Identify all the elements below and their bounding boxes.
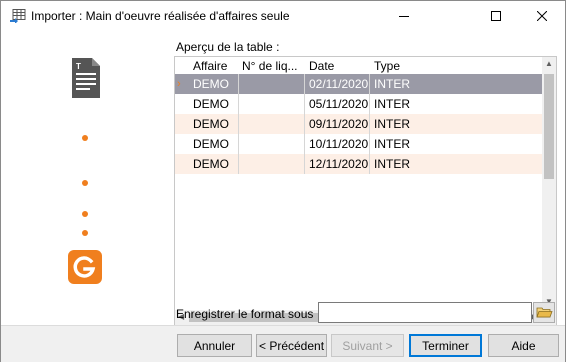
wizard-button-bar: Annuler < Précédent Suivant > Terminer A… [1, 325, 565, 362]
folder-icon [536, 307, 553, 318]
cell-affaire[interactable]: DEMO [189, 74, 239, 94]
cell-liquidation[interactable] [239, 114, 305, 134]
minimize-button[interactable] [381, 1, 427, 31]
cell-type[interactable]: INTER [370, 154, 542, 174]
cell-liquidation[interactable] [239, 134, 305, 154]
table-row[interactable]: › DEMO 02/11/2020 INTER [175, 74, 542, 94]
maximize-button[interactable] [473, 1, 519, 31]
save-format-input[interactable] [318, 302, 532, 323]
vertical-scroll-thumb[interactable] [544, 74, 554, 179]
table-row[interactable]: DEMO 05/11/2020 INTER [175, 94, 542, 114]
step-dot [82, 230, 88, 236]
cell-date[interactable]: 12/11/2020 [305, 154, 370, 174]
cell-type[interactable]: INTER [370, 114, 542, 134]
wizard-steps-panel: T [1, 31, 169, 325]
step-dot [82, 180, 88, 186]
table-row[interactable]: DEMO 10/11/2020 INTER [175, 134, 542, 154]
import-wizard-window: Importer : Main d'oeuvre réalisée d'affa… [0, 0, 566, 362]
column-header[interactable]: Type [374, 59, 400, 73]
cell-affaire[interactable]: DEMO [189, 134, 239, 154]
cell-affaire[interactable]: DEMO [189, 154, 239, 174]
close-icon [537, 11, 547, 21]
next-button[interactable]: Suivant > [331, 334, 404, 357]
vertical-scrollbar[interactable]: ▲ ▼ [542, 57, 556, 310]
cell-type[interactable]: INTER [370, 134, 542, 154]
cancel-button[interactable]: Annuler [177, 334, 252, 357]
cell-date[interactable]: 09/11/2020 [305, 114, 370, 134]
finish-button[interactable]: Terminer [409, 334, 482, 357]
cell-liquidation[interactable] [239, 154, 305, 174]
cell-type[interactable]: INTER [370, 94, 542, 114]
title-bar: Importer : Main d'oeuvre réalisée d'affa… [1, 1, 565, 31]
save-format-label: Enregistrer le format sous [176, 307, 314, 321]
browse-folder-button[interactable] [533, 302, 555, 323]
window-title: Importer : Main d'oeuvre réalisée d'affa… [31, 9, 290, 23]
previous-button[interactable]: < Précédent [256, 334, 327, 357]
cell-type[interactable]: INTER [370, 74, 542, 94]
table-preview-grid[interactable]: Affaire N° de liq... Date Type › DEMO 02… [174, 56, 557, 326]
table-preview-caption: Aperçu de la table : [176, 40, 280, 54]
svg-text:T: T [76, 62, 81, 71]
column-header[interactable]: Date [309, 59, 334, 73]
table-import-icon [10, 9, 26, 23]
maximize-icon [491, 11, 501, 21]
minimize-icon [399, 16, 409, 17]
table-row[interactable]: DEMO 09/11/2020 INTER [175, 114, 542, 134]
cell-date[interactable]: 10/11/2020 [305, 134, 370, 154]
help-button[interactable]: Aide [488, 334, 559, 357]
column-header[interactable]: Affaire [193, 59, 227, 73]
step-dot [82, 211, 88, 217]
close-button[interactable] [519, 1, 565, 31]
cell-date[interactable]: 05/11/2020 [305, 94, 370, 114]
cell-affaire[interactable]: DEMO [189, 114, 239, 134]
cell-affaire[interactable]: DEMO [189, 94, 239, 114]
cell-liquidation[interactable] [239, 74, 305, 94]
scroll-up-icon[interactable]: ▲ [545, 59, 553, 69]
wizard-body: T Aperçu de la table : Affaire N° de liq… [1, 31, 565, 362]
step-dot [82, 135, 88, 141]
g-logo-icon [68, 250, 102, 284]
grid-header: Affaire N° de liq... Date Type [175, 57, 542, 74]
cell-date[interactable]: 02/11/2020 [305, 74, 370, 94]
current-row-arrow-icon: › [177, 78, 181, 90]
cell-liquidation[interactable] [239, 94, 305, 114]
document-icon: T [72, 58, 100, 98]
column-header[interactable]: N° de liq... [242, 59, 298, 73]
table-row[interactable]: DEMO 12/11/2020 INTER [175, 154, 542, 174]
